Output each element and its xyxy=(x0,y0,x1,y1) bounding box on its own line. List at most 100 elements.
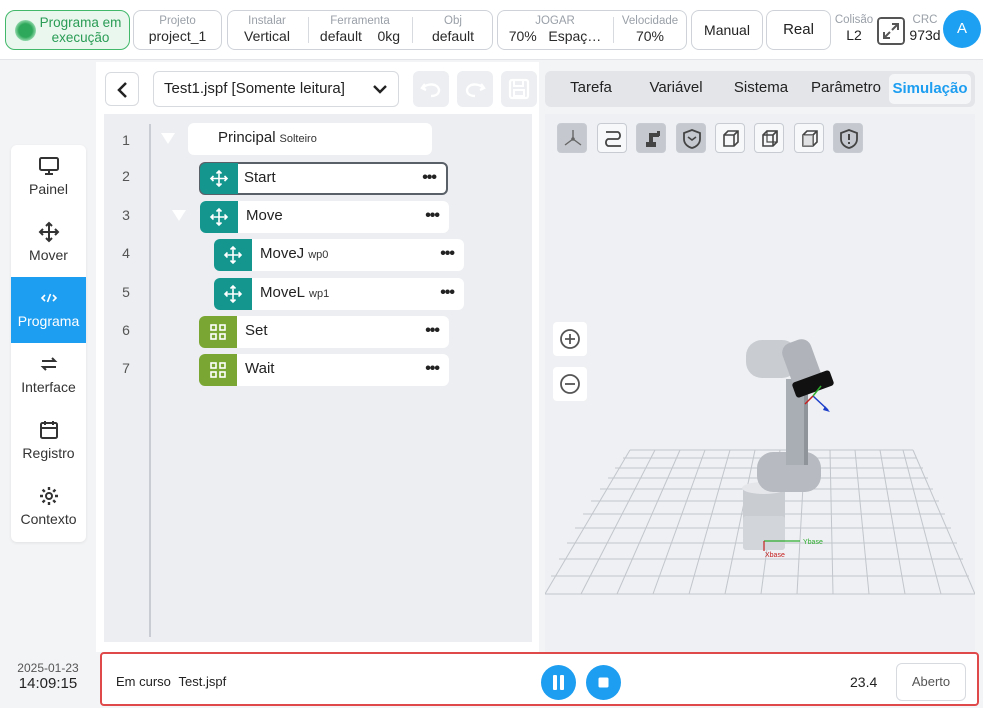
move-arrows-icon xyxy=(38,221,59,243)
tool-value: default 0kg xyxy=(310,28,410,45)
move-arrows-icon xyxy=(209,207,229,227)
sidebar-item-label: Programa xyxy=(17,313,80,329)
project-box[interactable]: Projeto project_1 xyxy=(133,10,222,50)
node-name: Set xyxy=(245,322,268,339)
tree-node-movel[interactable]: MoveL wp1 ••• xyxy=(214,278,464,310)
move-arrows-icon xyxy=(209,169,229,188)
simulation-view[interactable]: Xbase Ybase xyxy=(545,114,975,652)
robot-3d-scene: Xbase Ybase xyxy=(545,339,975,595)
redo-button[interactable] xyxy=(457,71,493,107)
tab-parametro[interactable]: Parâmetro xyxy=(805,71,887,107)
back-button[interactable] xyxy=(105,72,139,106)
sidebar-item-mover[interactable]: Mover xyxy=(11,211,86,277)
tab-variavel[interactable]: Variável xyxy=(635,71,717,107)
node-name: MoveJ xyxy=(260,245,305,262)
jog-label: JOGAR xyxy=(535,15,575,27)
more-options-icon[interactable]: ••• xyxy=(425,323,440,339)
collision-value: L2 xyxy=(846,27,862,43)
calendar-icon xyxy=(39,421,58,439)
jog-space: Espaç… xyxy=(548,28,602,44)
crc-label: CRC xyxy=(912,14,938,26)
more-options-icon[interactable]: ••• xyxy=(440,285,455,301)
move-node-icon-box xyxy=(214,278,252,310)
swap-icon xyxy=(40,357,57,371)
node-sub: wp1 xyxy=(309,288,330,300)
tree-node-wait[interactable]: Wait ••• xyxy=(199,354,449,386)
real-mode-button[interactable]: Real xyxy=(766,10,831,50)
move-arrows-icon xyxy=(223,284,243,304)
collapse-toggle-icon[interactable] xyxy=(172,210,186,221)
line-number: 6 xyxy=(122,322,130,338)
jog-speed-box[interactable]: JOGAR 70% Espaç… Velocidade 70% xyxy=(497,10,687,50)
sidebar-item-interface[interactable]: Interface xyxy=(11,343,86,409)
node-name: Start xyxy=(244,169,276,186)
tab-simulacao[interactable]: Simulação xyxy=(889,74,971,104)
tab-tarefa[interactable]: Tarefa xyxy=(547,71,635,107)
run-time-value: 23.4 xyxy=(850,674,878,690)
sidebar: Painel Mover Programa Interface Registro… xyxy=(11,145,86,542)
sidebar-item-programa[interactable]: Programa xyxy=(11,277,86,343)
undo-button[interactable] xyxy=(413,71,449,107)
more-options-icon[interactable]: ••• xyxy=(425,361,440,377)
grid-node-icon-box xyxy=(199,316,237,348)
undo-icon xyxy=(420,83,441,98)
node-name: MoveL xyxy=(260,284,306,301)
tree-guide xyxy=(149,124,151,637)
tool-label: Ferramenta xyxy=(330,15,390,27)
sidebar-item-painel[interactable]: Painel xyxy=(11,145,86,211)
manual-mode-button[interactable]: Manual xyxy=(691,10,763,50)
pause-icon xyxy=(553,675,564,690)
run-file-name: Test.jspf xyxy=(178,674,227,689)
more-options-icon[interactable]: ••• xyxy=(422,170,437,186)
crc-info: CRC 973d xyxy=(906,14,944,44)
user-avatar[interactable]: A xyxy=(943,10,981,48)
redo-icon xyxy=(465,83,486,98)
line-number: 5 xyxy=(122,284,130,300)
line-number: 7 xyxy=(122,360,130,376)
sidebar-item-contexto[interactable]: Contexto xyxy=(11,475,86,541)
stop-button[interactable] xyxy=(586,665,621,700)
date-text: 2025-01-23 xyxy=(17,661,79,675)
open-button[interactable]: Aberto xyxy=(896,663,966,701)
node-name: Principal xyxy=(218,129,276,146)
program-editor: Test1.jspf [Somente leitura] 1 2 3 4 5 6… xyxy=(96,62,539,652)
tree-node-start[interactable]: Start ••• xyxy=(199,162,448,195)
install-value: Vertical xyxy=(244,28,290,44)
sidebar-item-label: Contexto xyxy=(20,511,77,527)
project-value: project_1 xyxy=(148,28,207,44)
tree-node-move[interactable]: Move ••• xyxy=(200,201,449,233)
node-name: Move xyxy=(246,207,283,224)
pause-button[interactable] xyxy=(541,665,576,700)
node-name: Wait xyxy=(245,360,275,377)
node-label: MoveL wp1 xyxy=(260,284,329,301)
file-select[interactable]: Test1.jspf [Somente leitura] xyxy=(153,71,399,107)
crc-value: 973d xyxy=(909,27,941,43)
time-text: 14:09:15 xyxy=(18,675,78,692)
tree-node-set[interactable]: Set ••• xyxy=(199,316,449,348)
file-select-value: Test1.jspf [Somente leitura] xyxy=(164,80,345,97)
x-axis-label: Xbase xyxy=(765,552,785,559)
monitor-icon xyxy=(38,157,59,175)
expand-icon[interactable] xyxy=(877,17,905,45)
obj-label: Obj xyxy=(444,15,462,27)
grid-icon xyxy=(210,324,226,340)
sidebar-item-label: Registro xyxy=(22,445,75,461)
install-tool-obj-box[interactable]: Instalar Vertical Ferramenta default 0kg… xyxy=(227,10,493,50)
gear-icon xyxy=(39,487,58,505)
stop-icon xyxy=(598,677,609,688)
save-icon xyxy=(508,78,530,100)
tree-node-principal[interactable]: Principal Solteiro xyxy=(188,123,432,155)
code-icon xyxy=(40,293,57,303)
tab-sistema[interactable]: Sistema xyxy=(717,71,805,107)
right-panel: Tarefa Variável Sistema Parâmetro Simula… xyxy=(545,62,983,652)
tree-node-movej[interactable]: MoveJ wp0 ••• xyxy=(214,239,464,271)
collapse-toggle-icon[interactable] xyxy=(161,133,175,144)
more-options-icon[interactable]: ••• xyxy=(425,208,440,224)
more-options-icon[interactable]: ••• xyxy=(440,246,455,262)
line-number: 1 xyxy=(122,132,130,148)
grid-node-icon-box xyxy=(199,354,237,386)
collision-level[interactable]: Colisão L2 xyxy=(834,14,874,44)
sidebar-item-registro[interactable]: Registro xyxy=(11,409,86,475)
program-status-badge[interactable]: Programa em execução xyxy=(5,10,130,50)
save-button[interactable] xyxy=(501,71,537,107)
